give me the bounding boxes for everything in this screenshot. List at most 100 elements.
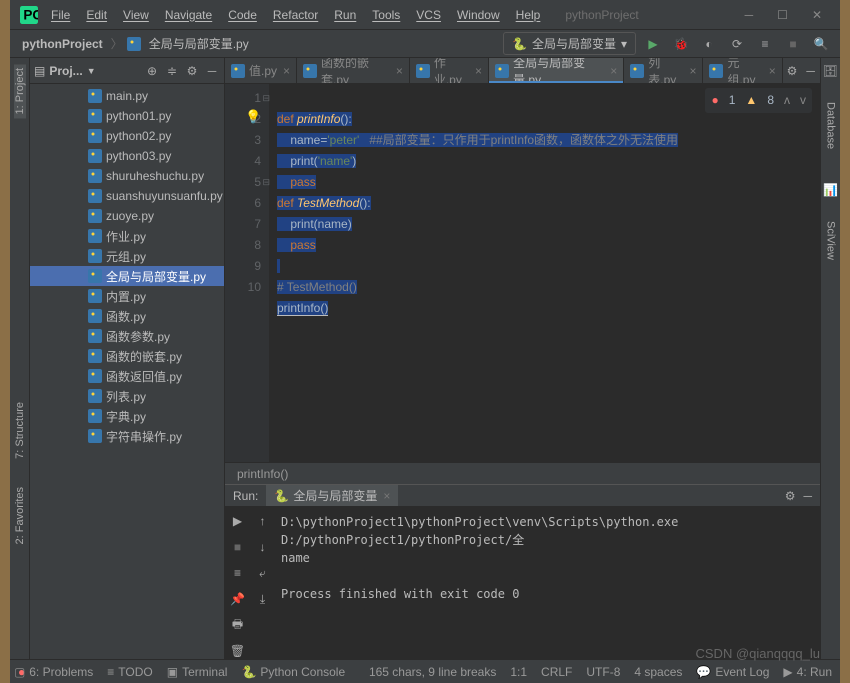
profile-button[interactable]: ⟳ — [726, 33, 748, 55]
editor-tab[interactable]: 值.py× — [225, 58, 297, 83]
trash-button[interactable]: 🗑 — [228, 641, 248, 659]
hide-icon[interactable]: ─ — [204, 63, 220, 79]
editor-tab[interactable]: 作业.py× — [410, 58, 489, 83]
menu-file[interactable]: File — [44, 5, 77, 25]
print-button[interactable]: 🖶 — [228, 615, 248, 635]
sciview-icon[interactable]: 📊 — [823, 183, 838, 197]
tree-item[interactable]: 元组.py — [30, 246, 224, 266]
stop-button[interactable]: ■ — [228, 537, 248, 557]
status-position[interactable]: 1:1 — [510, 665, 527, 679]
breadcrumb-project[interactable]: pythonProject — [18, 35, 107, 53]
layout-button[interactable]: ≡ — [228, 563, 248, 583]
code-editor[interactable]: ⊟ ⊟ 12345678910 💡def printInfo(): name='… — [225, 84, 820, 462]
wrap-button[interactable]: ⤶ — [253, 563, 273, 583]
tree-item[interactable]: 列表.py — [30, 386, 224, 406]
next-highlight-icon[interactable]: v — [800, 90, 806, 111]
editor-tab[interactable]: 函数的嵌套.py× — [297, 58, 410, 83]
tree-item[interactable]: 字典.py — [30, 406, 224, 426]
editor-tab[interactable]: 元组.py× — [703, 58, 782, 83]
menu-view[interactable]: View — [116, 5, 156, 25]
tree-item[interactable]: zuoye.py — [30, 206, 224, 226]
status-terminal[interactable]: ▣ Terminal — [167, 665, 228, 679]
menu-code[interactable]: Code — [221, 5, 264, 25]
tree-item[interactable]: 函数参数.py — [30, 326, 224, 346]
project-tree[interactable]: main.pypython01.pypython02.pypython03.py… — [30, 84, 224, 659]
status-todo[interactable]: ≡ TODO — [107, 665, 152, 679]
status-encoding[interactable]: UTF-8 — [586, 665, 620, 679]
editor-breadcrumb[interactable]: printInfo() — [225, 462, 820, 484]
status-window-icon[interactable]: ▢ — [14, 665, 25, 679]
concurrency-button[interactable]: ≡ — [754, 33, 776, 55]
close-icon[interactable]: × — [689, 64, 696, 78]
editor-tab[interactable]: 全局与局部变量.py× — [489, 58, 624, 83]
database-tool-button[interactable]: Database — [825, 98, 837, 153]
expand-icon[interactable]: ≑ — [164, 63, 180, 79]
gear-icon[interactable]: ⚙ — [184, 63, 200, 79]
tree-item[interactable]: 函数返回值.py — [30, 366, 224, 386]
tree-item[interactable]: python03.py — [30, 146, 224, 166]
close-icon[interactable]: × — [475, 64, 482, 78]
pin-button[interactable]: 📌 — [228, 589, 248, 609]
close-icon[interactable]: × — [769, 64, 776, 78]
intention-bulb-icon[interactable]: 💡 — [245, 106, 261, 127]
inspection-widget[interactable]: ●1 ▲8 ʌ v — [705, 88, 812, 113]
tree-item[interactable]: suanshuyunsuanfu.py — [30, 186, 224, 206]
database-icon[interactable]: 🗄 — [823, 64, 838, 78]
gutter[interactable]: ⊟ ⊟ 12345678910 — [225, 84, 269, 462]
status-run[interactable]: ▶ 4: Run — [783, 665, 832, 679]
tree-item[interactable]: python02.py — [30, 126, 224, 146]
structure-tool-button[interactable]: 7: Structure — [14, 398, 26, 463]
chevron-down-icon[interactable]: ▼ — [87, 66, 96, 76]
status-event-log[interactable]: 💬 Event Log — [696, 665, 769, 679]
rerun-button[interactable]: ▶ — [228, 511, 248, 531]
coverage-button[interactable]: ◐ — [698, 33, 720, 55]
run-tab[interactable]: 🐍 全局与局部变量 × — [266, 485, 398, 506]
editor-tab[interactable]: 列表.py× — [624, 58, 703, 83]
tree-item[interactable]: 作业.py — [30, 226, 224, 246]
favorites-tool-button[interactable]: 2: Favorites — [14, 483, 26, 548]
tree-item[interactable]: 内置.py — [30, 286, 224, 306]
tree-item[interactable]: 全局与局部变量.py — [30, 266, 224, 286]
menu-vcs[interactable]: VCS — [409, 5, 448, 25]
status-problems[interactable]: ●6: Problems — [18, 665, 93, 679]
menu-refactor[interactable]: Refactor — [266, 5, 325, 25]
close-icon[interactable]: × — [396, 64, 403, 78]
down-button[interactable]: ↓ — [253, 537, 273, 557]
close-icon[interactable]: × — [383, 489, 390, 503]
menu-navigate[interactable]: Navigate — [158, 5, 219, 25]
menu-run[interactable]: Run — [327, 5, 363, 25]
breadcrumb-file[interactable]: 全局与局部变量.py — [145, 33, 253, 54]
status-python-console[interactable]: 🐍 Python Console — [241, 665, 345, 679]
run-config-selector[interactable]: 🐍 全局与局部变量 ▾ — [503, 32, 636, 55]
sciview-tool-button[interactable]: SciView — [825, 217, 837, 264]
tree-item[interactable]: 字符串操作.py — [30, 426, 224, 446]
tabs-hide-icon[interactable]: ─ — [801, 58, 820, 83]
project-tool-button[interactable]: 1: Project — [14, 64, 26, 118]
close-icon[interactable]: × — [610, 64, 617, 78]
menu-help[interactable]: Help — [509, 5, 548, 25]
tabs-gear-icon[interactable]: ⚙ — [783, 58, 802, 83]
close-icon[interactable]: × — [283, 64, 290, 78]
tree-item[interactable]: python01.py — [30, 106, 224, 126]
minimize-button[interactable]: ─ — [745, 8, 754, 22]
search-button[interactable]: 🔍 — [810, 33, 832, 55]
scroll-button[interactable]: ⤓ — [253, 589, 273, 609]
hide-icon[interactable]: ─ — [803, 489, 812, 503]
target-icon[interactable]: ⊕ — [144, 63, 160, 79]
maximize-button[interactable]: ☐ — [777, 8, 788, 22]
tree-item[interactable]: 函数.py — [30, 306, 224, 326]
menu-window[interactable]: Window — [450, 5, 507, 25]
status-indent[interactable]: 4 spaces — [634, 665, 682, 679]
status-line-sep[interactable]: CRLF — [541, 665, 572, 679]
tree-item[interactable]: 函数的嵌套.py — [30, 346, 224, 366]
close-button[interactable]: ✕ — [812, 8, 822, 22]
debug-button[interactable]: 🐞 — [670, 33, 692, 55]
code-area[interactable]: 💡def printInfo(): name='peter' ##局部变量：只作… — [269, 84, 820, 462]
tree-item[interactable]: main.py — [30, 86, 224, 106]
menu-edit[interactable]: Edit — [79, 5, 114, 25]
run-button[interactable]: ▶ — [642, 33, 664, 55]
menu-tools[interactable]: Tools — [365, 5, 407, 25]
gear-icon[interactable]: ⚙ — [785, 489, 796, 503]
tree-item[interactable]: shuruheshuchu.py — [30, 166, 224, 186]
prev-highlight-icon[interactable]: ʌ — [784, 90, 790, 111]
